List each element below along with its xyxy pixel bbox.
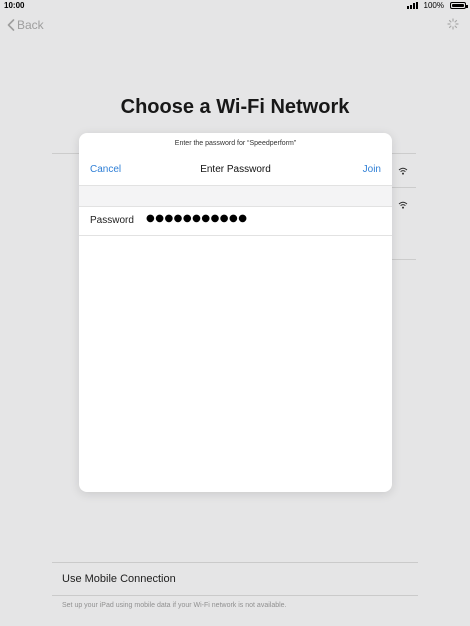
modal-spacer xyxy=(79,186,392,206)
password-field[interactable] xyxy=(146,213,376,224)
modal-divider xyxy=(79,235,392,236)
modal-prompt: Enter the password for “Speedperform” xyxy=(174,140,297,147)
password-row: Password xyxy=(79,207,392,235)
join-button[interactable]: Join xyxy=(363,164,381,175)
password-label: Password xyxy=(90,215,134,226)
password-modal: Enter the password for “Speedperform” Ca… xyxy=(79,133,392,492)
modal-title: Enter Password xyxy=(200,164,271,175)
